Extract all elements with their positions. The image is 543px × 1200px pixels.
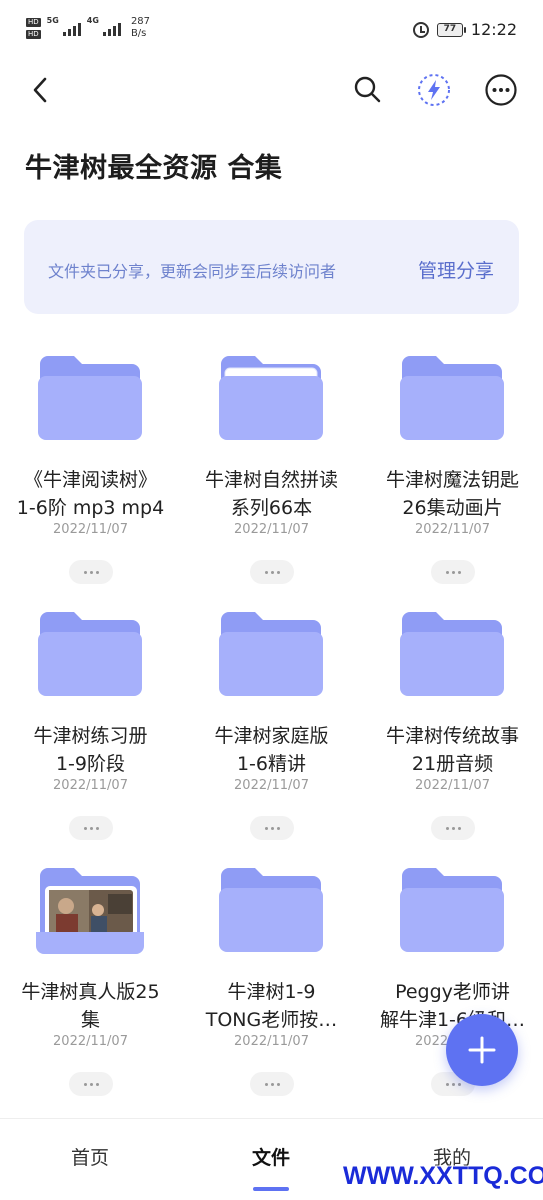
folder-more-button[interactable] [250, 1072, 294, 1096]
more-horizontal-icon [485, 74, 517, 106]
share-banner: 文件夹已分享，更新会同步至后续访问者 管理分享 [24, 220, 519, 314]
folder-name-line-2: 21册音频 [411, 753, 494, 775]
folder-icon [219, 356, 323, 440]
folder-name: 牛津树魔法钥匙 26集动画片 [366, 466, 539, 522]
folder-more-button[interactable] [250, 816, 294, 840]
folder-item[interactable]: 牛津树真人版25 集 2022/11/07 [0, 852, 181, 1108]
sim-2-icon: HD [26, 29, 41, 39]
folder-icon [36, 868, 144, 954]
folder-date: 2022/11/07 [234, 778, 309, 793]
tab-files[interactable]: 文件 [211, 1143, 331, 1170]
signal-2-icon [102, 20, 121, 36]
folder-icon [400, 612, 504, 696]
folder-name: 牛津树真人版25 集 [4, 978, 177, 1034]
folder-name-line-2: 26集动画片 [402, 497, 503, 519]
signal-1-icon [62, 20, 81, 36]
battery-icon: 77 [436, 22, 466, 37]
folder-name-line-1: 牛津树1-9 [227, 981, 316, 1003]
flash-transfer-button[interactable] [414, 70, 454, 110]
network-type-2: 4G [86, 16, 99, 25]
folder-more-button[interactable] [431, 816, 475, 840]
folder-name-line-2: 1-6精讲 [236, 753, 307, 775]
folder-name-line-1: 牛津树家庭版 [214, 725, 329, 747]
sim-1-icon: HD [26, 17, 41, 27]
folder-name: 牛津树练习册 1-9阶段 [4, 722, 177, 778]
folder-name: 牛津树1-9 TONG老师按… [185, 978, 358, 1034]
folder-name: Peggy老师讲 解牛津1-6级和… [366, 978, 539, 1034]
folder-item[interactable]: 牛津树家庭版 1-6精讲 2022/11/07 [181, 596, 362, 852]
folder-icon [219, 612, 323, 696]
folder-date: 2022/11/07 [415, 522, 490, 537]
folder-item[interactable]: 《牛津阅读树》 1-6阶 mp3 mp4 2022/11/07 [0, 340, 181, 596]
clock: 12:22 [470, 20, 517, 39]
folder-item[interactable]: 牛津树魔法钥匙 26集动画片 2022/11/07 [362, 340, 543, 596]
folder-more-button[interactable] [69, 1072, 113, 1096]
manage-share-link[interactable]: 管理分享 [418, 256, 494, 283]
search-icon [354, 76, 381, 103]
folder-item[interactable]: 牛津树自然拼读 系列66本 2022/11/07 [181, 340, 362, 596]
status-left: HD HD 5G 4G 287 B/s [26, 16, 150, 40]
folder-name-line-1: 牛津树真人版25 [21, 981, 160, 1003]
folder-icon [38, 612, 142, 696]
share-banner-text: 文件夹已分享，更新会同步至后续访问者 [48, 262, 337, 281]
folder-date: 2022/11/07 [53, 778, 128, 793]
folder-item[interactable]: 牛津树传统故事 21册音频 2022/11/07 [362, 596, 543, 852]
network-speed: 287 B/s [131, 16, 150, 40]
folder-date: 2022/11/07 [234, 522, 309, 537]
folder-date: 2022/11/07 [53, 1034, 128, 1049]
speed-value: 287 [130, 16, 151, 27]
folder-more-button[interactable] [431, 560, 475, 584]
folder-name-line-1: 牛津树自然拼读 [204, 469, 338, 491]
folder-date: 2022/11/07 [53, 522, 128, 537]
folder-name: 牛津树家庭版 1-6精讲 [185, 722, 358, 778]
speed-unit: B/s [130, 28, 147, 39]
folder-name-line-1: 牛津树传统故事 [385, 725, 519, 747]
folder-name: 牛津树传统故事 21册音频 [366, 722, 539, 778]
folder-name-line-1: 《牛津阅读树》 [23, 469, 157, 491]
folder-item[interactable]: 牛津树练习册 1-9阶段 2022/11/07 [0, 596, 181, 852]
alarm-icon [412, 21, 429, 38]
lightning-icon [418, 74, 450, 106]
more-button[interactable] [481, 70, 521, 110]
folder-more-button[interactable] [250, 560, 294, 584]
folder-name-line-2: 系列66本 [230, 497, 313, 519]
sim-icons: HD HD [26, 17, 41, 39]
folder-name: 《牛津阅读树》 1-6阶 mp3 mp4 [4, 466, 177, 522]
folder-date: 2022/11/07 [234, 1034, 309, 1049]
chevron-left-icon [33, 77, 47, 103]
folder-name-line-1: 牛津树魔法钥匙 [385, 469, 519, 491]
folder-name: 牛津树自然拼读 系列66本 [185, 466, 358, 522]
folder-icon [219, 868, 323, 952]
plus-icon [468, 1036, 496, 1064]
folder-name-line-1: 牛津树练习册 [33, 725, 148, 747]
status-bar: HD HD 5G 4G 287 B/s 77 12:22 [0, 0, 543, 60]
folder-name-line-2: 集 [80, 1009, 100, 1031]
tab-home[interactable]: 首页 [30, 1143, 150, 1170]
add-button[interactable] [446, 1014, 518, 1086]
folder-name-line-2: 1-6阶 mp3 mp4 [16, 497, 165, 519]
tab-indicator [253, 1187, 289, 1191]
folder-name-line-1: Peggy老师讲 [395, 981, 510, 1003]
folder-more-button[interactable] [69, 816, 113, 840]
network-type-1: 5G [46, 16, 59, 25]
folder-date: 2022/11/07 [415, 778, 490, 793]
status-right: 77 12:22 [412, 20, 517, 39]
folder-name-line-2: TONG老师按… [205, 1009, 338, 1031]
page-title: 牛津树最全资源 合集 [25, 153, 283, 184]
watermark: WWW.XXTTQ.COM [343, 1162, 543, 1190]
folder-name-line-2: 1-9阶段 [55, 753, 126, 775]
folder-icon [400, 356, 504, 440]
folder-more-button[interactable] [69, 560, 113, 584]
folder-icon [38, 356, 142, 440]
back-button[interactable] [22, 72, 58, 108]
folder-icon [400, 868, 504, 952]
top-bar [0, 60, 543, 116]
folder-item[interactable]: 牛津树1-9 TONG老师按… 2022/11/07 [181, 852, 362, 1108]
search-button[interactable] [348, 70, 388, 110]
